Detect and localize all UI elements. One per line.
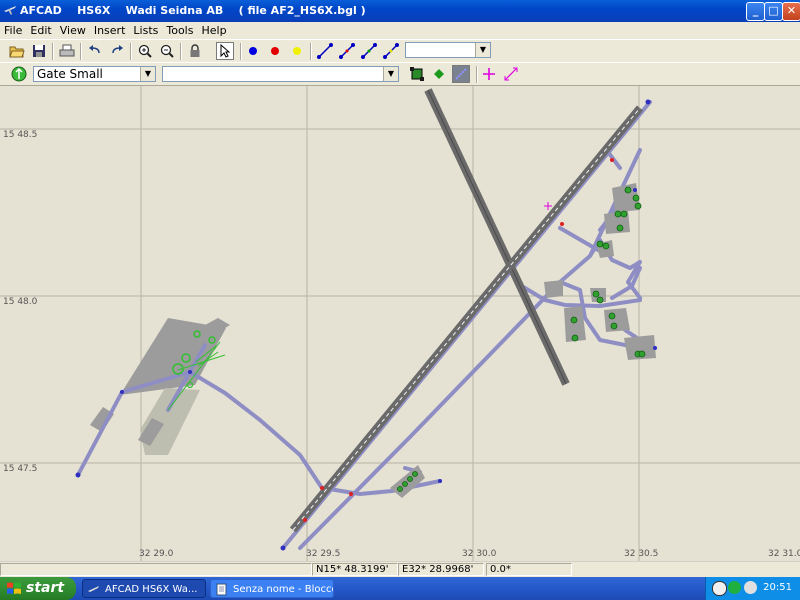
taskbar-item-notepad[interactable]: Senza nome - Blocco ...: [210, 579, 334, 598]
parking-type-value: Gate Small: [37, 67, 103, 81]
airport-map-canvas[interactable]: 15 48.5 15 48.0 15 47.5 32 29.0 32 29.5 …: [0, 86, 800, 561]
start-label: start: [26, 580, 65, 596]
yellow-point-icon[interactable]: [288, 42, 306, 60]
lat-label-1: 15 48.5: [3, 130, 37, 140]
lon-label-5: 32 31.0: [768, 549, 800, 559]
lon-label-3: 32 30.0: [462, 549, 497, 559]
apron-icon[interactable]: [452, 65, 470, 83]
crosshair-icon[interactable]: [480, 65, 498, 83]
menu-bar: File Edit View Insert Lists Tools Help: [0, 22, 800, 39]
measure-icon[interactable]: [502, 65, 520, 83]
title-bar: AFCAD HS6X Wadi Seidna AB ( file AF2_HS6…: [0, 0, 800, 22]
menu-insert[interactable]: Insert: [90, 22, 130, 37]
menu-help[interactable]: Help: [197, 22, 230, 37]
airport-icon[interactable]: [10, 65, 28, 83]
red-point-icon[interactable]: [266, 42, 284, 60]
main-toolbar: ▼: [0, 39, 800, 63]
menu-edit[interactable]: Edit: [26, 22, 55, 37]
menu-tools[interactable]: Tools: [162, 22, 197, 37]
chevron-down-icon: ▼: [475, 43, 490, 57]
vehicle-path-icon[interactable]: [382, 42, 400, 60]
green-diamond-icon[interactable]: [430, 65, 448, 83]
notepad-icon: [216, 583, 227, 596]
start-button[interactable]: start: [0, 577, 76, 600]
window-title: AFCAD HS6X Wadi Seidna AB ( file AF2_HS6…: [20, 4, 366, 17]
blue-point-icon[interactable]: [244, 42, 262, 60]
redo-icon[interactable]: [108, 42, 126, 60]
parking-type-select[interactable]: Gate Small ▼: [33, 66, 156, 82]
lat-label-3: 15 47.5: [3, 464, 37, 474]
undo-icon[interactable]: [86, 42, 104, 60]
clock: 20:51: [763, 582, 792, 593]
status-message: [0, 563, 312, 576]
network-tray-icon[interactable]: [728, 581, 741, 594]
open-icon[interactable]: [8, 42, 26, 60]
zoom-out-icon[interactable]: [158, 42, 176, 60]
chevron-down-icon: ▼: [140, 67, 155, 81]
parking-path-icon[interactable]: [360, 42, 378, 60]
taskbar: start AFCAD HS6X Wa... Senza nome - Bloc…: [0, 577, 800, 600]
print-icon[interactable]: [58, 42, 76, 60]
taxi-path-icon[interactable]: [316, 42, 334, 60]
save-icon[interactable]: [30, 42, 48, 60]
taskbar-item-afcad-label: AFCAD HS6X Wa...: [105, 584, 198, 595]
afcad-app-icon: [4, 6, 16, 15]
secondary-select[interactable]: ▼: [162, 66, 399, 82]
boundary-icon[interactable]: [408, 65, 426, 83]
lock-icon[interactable]: [186, 42, 204, 60]
lat-label-2: 15 48.0: [3, 297, 38, 307]
help-tray-icon[interactable]: [712, 581, 727, 596]
close-button[interactable]: ✕: [782, 2, 800, 21]
object-toolbar: Gate Small ▼ ▼: [0, 62, 800, 86]
lon-label-1: 32 29.0: [139, 549, 174, 559]
chevron-down-icon: ▼: [383, 67, 398, 81]
lon-label-4: 32 30.5: [624, 549, 658, 559]
menu-lists[interactable]: Lists: [129, 22, 162, 37]
taskbar-item-notepad-label: Senza nome - Blocco ...: [233, 584, 333, 595]
toolbar-combo[interactable]: ▼: [405, 42, 491, 58]
runway-path-icon[interactable]: [338, 42, 356, 60]
select-arrow-icon[interactable]: [216, 42, 234, 60]
menu-file[interactable]: File: [0, 22, 26, 37]
afcad-task-icon: [88, 586, 99, 592]
status-latitude: N15* 48.3199': [312, 563, 398, 576]
menu-view[interactable]: View: [56, 22, 90, 37]
volume-tray-icon[interactable]: [744, 581, 757, 594]
status-heading: 0.0*: [486, 563, 572, 576]
maximize-button[interactable]: □: [764, 2, 783, 21]
zoom-in-icon[interactable]: [136, 42, 154, 60]
system-tray: 20:51: [705, 577, 800, 600]
airport-map[interactable]: 15 48.5 15 48.0 15 47.5 32 29.0 32 29.5 …: [0, 86, 800, 561]
windows-logo-icon: [7, 582, 21, 594]
status-longitude: E32* 28.9968': [398, 563, 484, 576]
taskbar-item-afcad[interactable]: AFCAD HS6X Wa...: [82, 579, 206, 598]
lon-label-2: 32 29.5: [306, 549, 340, 559]
minimize-button[interactable]: _: [746, 2, 765, 21]
status-bar: N15* 48.3199' E32* 28.9968' 0.0*: [0, 562, 800, 577]
